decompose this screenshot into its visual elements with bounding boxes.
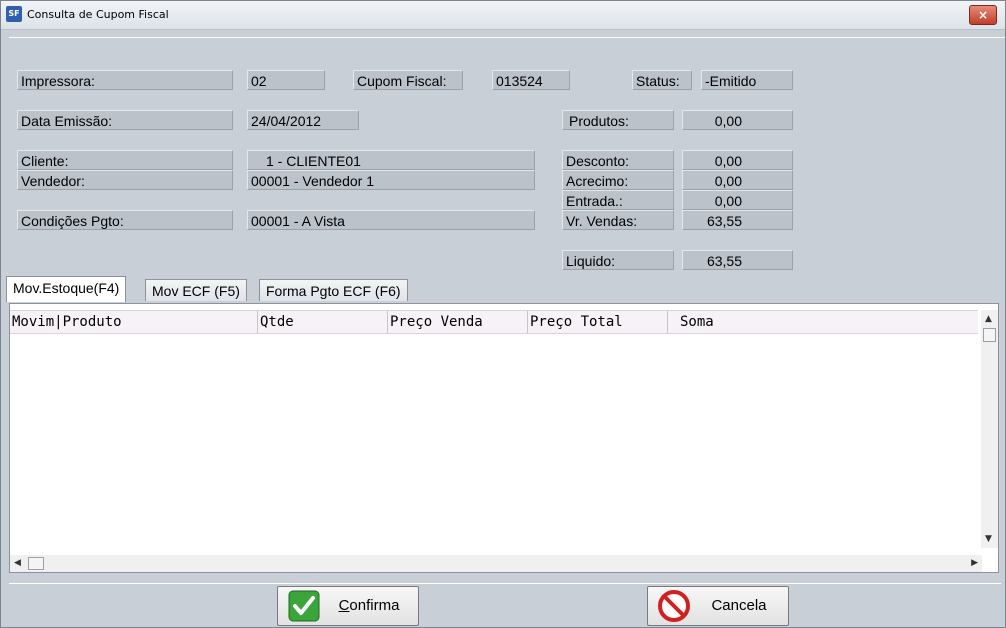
desconto-label: Desconto: — [562, 150, 674, 170]
confirm-label: Confirma — [326, 587, 412, 625]
column-header-qtde[interactable]: Qtde — [258, 311, 388, 333]
cliente-label: Cliente: — [17, 150, 233, 170]
confirm-mnemonic: C — [338, 597, 350, 614]
tab-mov-ecf[interactable]: Mov ECF (F5) — [145, 279, 247, 301]
entrada-label: Entrada.: — [562, 190, 674, 210]
data-emissao-label: Data Emissão: — [17, 110, 233, 130]
column-header-preco-venda[interactable]: Preço Venda — [388, 311, 528, 333]
cancel-button[interactable]: Cancela — [647, 586, 789, 626]
no-entry-icon — [658, 590, 690, 622]
checkmark-icon — [288, 590, 320, 622]
status-label: Status: — [632, 70, 692, 90]
acrescimo-label: Acrecimo: — [562, 170, 674, 190]
liquido-field: 63,55 — [682, 250, 793, 270]
footer-bar: Confirma Cancela — [9, 583, 1001, 626]
column-header-soma[interactable]: Soma — [668, 311, 978, 333]
desconto-field: 0,00 — [682, 150, 793, 170]
acrescimo-field: 0,00 — [682, 170, 793, 190]
vertical-scrollbar[interactable]: ▲ ▼ — [981, 310, 998, 548]
scroll-left-icon[interactable]: ◀ — [14, 558, 21, 568]
close-button[interactable]: × — [969, 5, 997, 25]
impressora-field: 02 — [247, 70, 325, 90]
confirm-rest: onfirma — [349, 597, 400, 614]
cliente-field: 1 - CLIENTE01 — [247, 150, 535, 170]
horizontal-scroll-thumb[interactable] — [28, 557, 44, 570]
tab-forma-pgto-ecf[interactable]: Forma Pgto ECF (F6) — [259, 279, 408, 301]
produtos-label: Produtos: — [562, 110, 674, 130]
column-header-preco-total[interactable]: Preço Total — [528, 311, 668, 333]
scroll-down-icon[interactable]: ▼ — [985, 534, 992, 544]
main-window: SF Consulta de Cupom Fiscal × Impressora… — [0, 0, 1006, 628]
impressora-label: Impressora: — [17, 70, 233, 90]
vendedor-label: Vendedor: — [17, 170, 233, 190]
vr-vendas-field: 63,55 — [682, 210, 793, 230]
tab-strip: Mov.Estoque(F4) Mov ECF (F5) Forma Pgto … — [6, 275, 1002, 303]
vendedor-field: 00001 - Vendedor 1 — [247, 170, 535, 190]
data-grid[interactable]: Movim|Produto Qtde Preço Venda Preço Tot… — [9, 303, 999, 573]
confirm-button[interactable]: Confirma — [277, 586, 419, 626]
column-header-produto[interactable]: Movim|Produto — [10, 311, 258, 333]
grid-header: Movim|Produto Qtde Preço Venda Preço Tot… — [10, 310, 978, 334]
cupom-label: Cupom Fiscal: — [353, 70, 463, 90]
title-bar[interactable]: SF Consulta de Cupom Fiscal × — [1, 1, 1005, 30]
liquido-label: Liquido: — [562, 250, 674, 270]
horizontal-scrollbar[interactable]: ◀ ▶ — [10, 555, 982, 572]
header-panel: Impressora: 02 Cupom Fiscal: 013524 Stat… — [9, 37, 1005, 276]
cupom-field: 013524 — [492, 70, 570, 90]
cancel-label: Cancela — [711, 597, 767, 614]
condicoes-label: Condições Pgto: — [17, 210, 233, 230]
produtos-field: 0,00 — [682, 110, 793, 130]
vertical-scroll-thumb[interactable] — [983, 328, 996, 342]
entrada-field: 0,00 — [682, 190, 793, 210]
tab-mov-estoque[interactable]: Mov.Estoque(F4) — [6, 276, 127, 302]
app-icon: SF — [6, 6, 22, 22]
data-emissao-field: 24/04/2012 — [247, 110, 359, 130]
window-title: Consulta de Cupom Fiscal — [27, 8, 169, 21]
condicoes-field: 00001 - A Vista — [247, 210, 535, 230]
vr-vendas-label: Vr. Vendas: — [562, 210, 674, 230]
scroll-right-icon[interactable]: ▶ — [971, 558, 978, 568]
status-field: -Emitido — [701, 70, 793, 90]
scroll-up-icon[interactable]: ▲ — [985, 314, 992, 324]
